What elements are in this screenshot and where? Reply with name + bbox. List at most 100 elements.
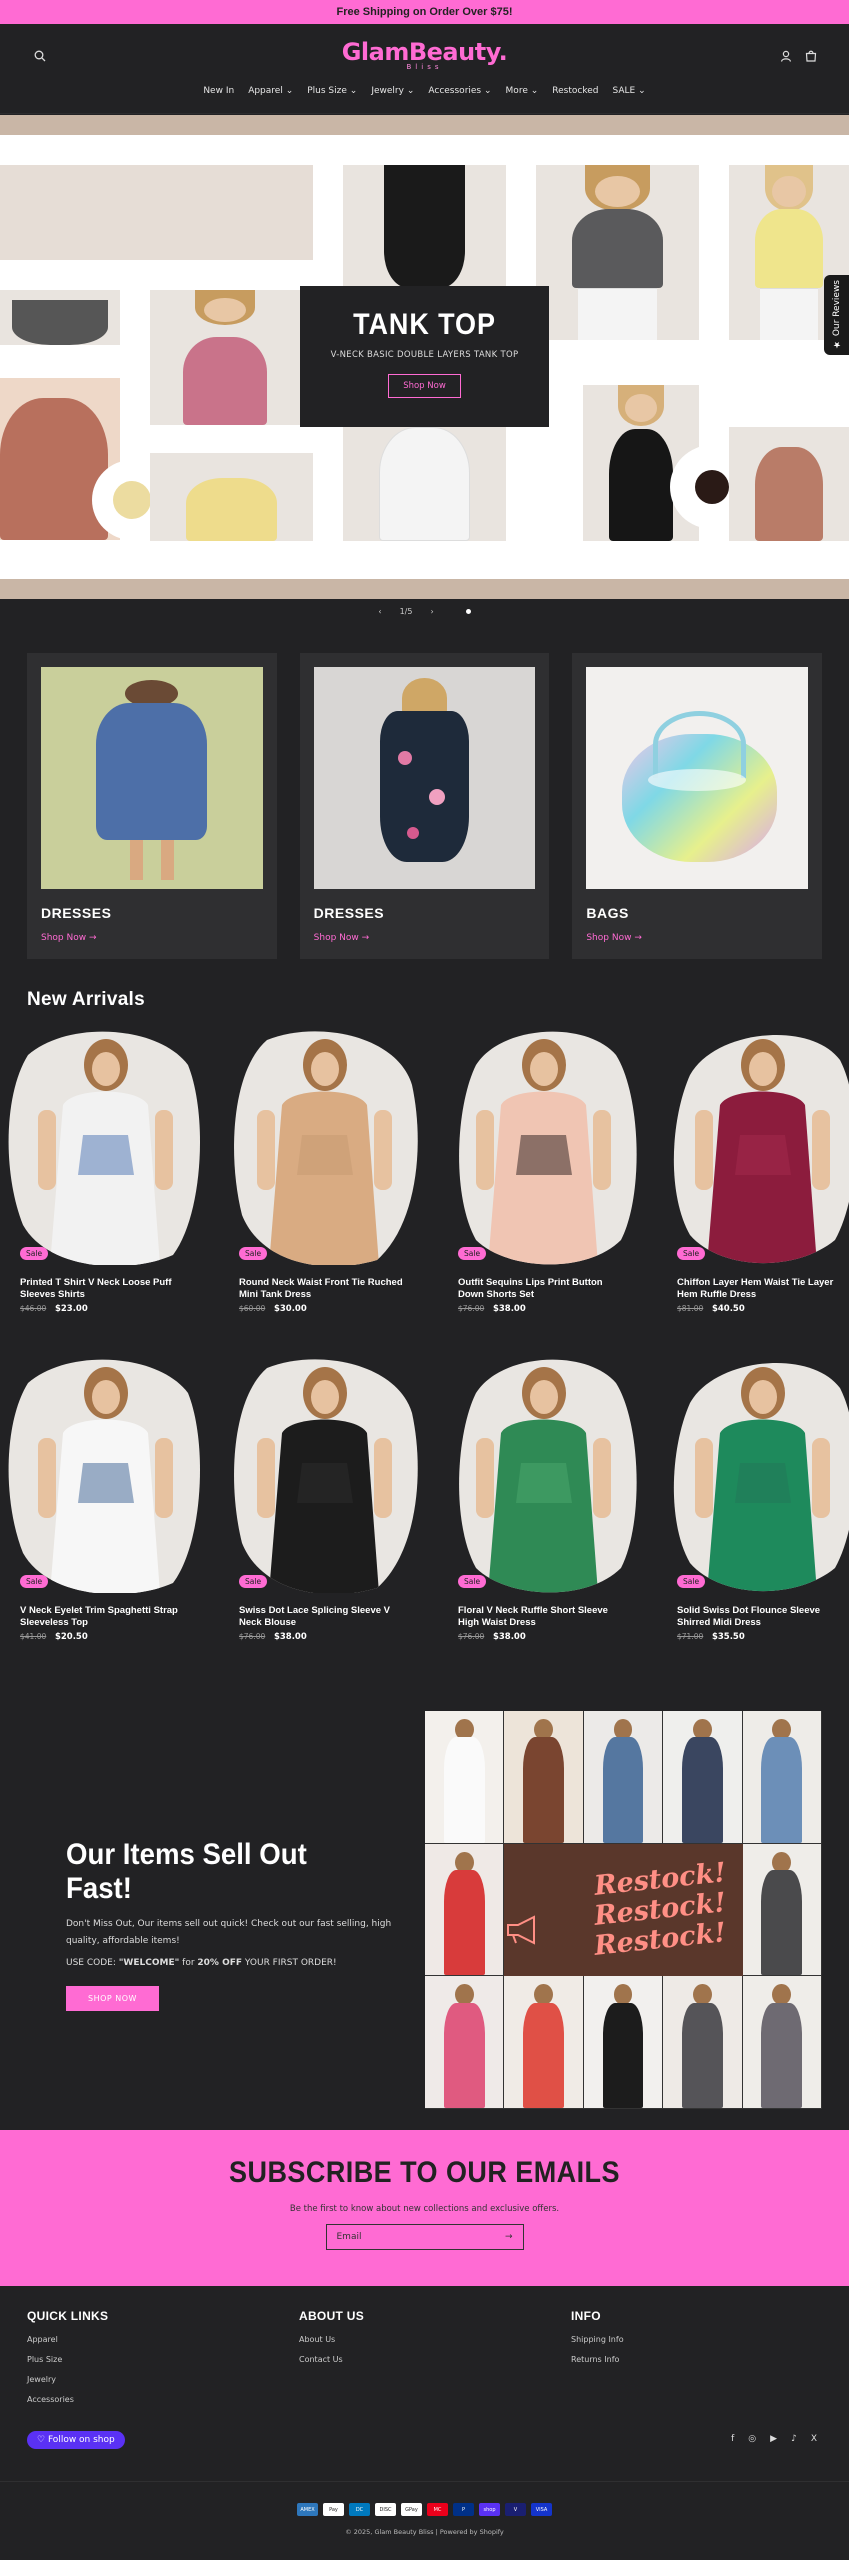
nav-accessories-label: Accessories xyxy=(428,86,482,96)
youtube-icon[interactable]: ▶ xyxy=(770,2434,777,2444)
slider-controls: ‹ 1/5 › xyxy=(0,600,849,623)
nav-new-in[interactable]: New In xyxy=(203,86,234,96)
collection-card[interactable]: BAGS Shop Now → xyxy=(572,653,823,959)
footer-link-returns-info[interactable]: Returns Info xyxy=(571,2355,624,2364)
product-image[interactable]: Sale xyxy=(446,1025,641,1265)
hero-circle xyxy=(113,481,151,519)
footer-link-plus-size[interactable]: Plus Size xyxy=(27,2355,108,2364)
instagram-icon[interactable]: ◎ xyxy=(748,2434,756,2444)
product-card[interactable]: Sale Round Neck Waist Front Tie Ruched M… xyxy=(227,1025,422,1314)
flower xyxy=(406,826,419,839)
footer-quick-links: QUICK LINKS Apparel Plus Size Jewelry Ac… xyxy=(27,2309,108,2415)
main-nav: New In Apparel ⌄ Plus Size ⌄ Jewelry ⌄ A… xyxy=(0,86,849,96)
account-icon[interactable] xyxy=(776,46,796,66)
original-price: $71.00 xyxy=(677,1632,704,1641)
cart-icon[interactable] xyxy=(801,46,821,66)
footer-link-about-us[interactable]: About Us xyxy=(299,2335,364,2344)
product-prices: $41.00 $20.50 xyxy=(20,1632,191,1642)
garment xyxy=(761,1869,803,1976)
product-name[interactable]: Chiffon Layer Hem Waist Tie Layer Hem Ru… xyxy=(677,1277,848,1301)
product-image[interactable]: Sale xyxy=(227,1025,422,1265)
hero-banner[interactable]: TANK TOP V-NECK BASIC DOUBLE LAYERS TANK… xyxy=(0,115,849,599)
email-field[interactable]: Email → xyxy=(325,2224,524,2250)
garment xyxy=(682,2002,723,2108)
collection-list: DRESSES Shop Now → DRESSES Shop Now → BA… xyxy=(27,653,823,959)
tiktok-icon[interactable]: ♪ xyxy=(791,2434,797,2444)
sellout-shop-now-button[interactable]: SHOP NOW xyxy=(66,1986,159,2011)
logo[interactable]: GlamBeauty. Bliss xyxy=(0,38,849,71)
product-name[interactable]: Swiss Dot Lace Splicing Sleeve V Neck Bl… xyxy=(239,1605,410,1629)
tank-top-rust xyxy=(755,447,823,541)
product-card[interactable]: Sale Swiss Dot Lace Splicing Sleeve V Ne… xyxy=(227,1353,422,1642)
product-image[interactable]: Sale xyxy=(665,1353,849,1593)
chevron-down-icon: ⌄ xyxy=(285,86,294,96)
facebook-icon[interactable]: f xyxy=(731,2434,734,2444)
product-image[interactable]: Sale xyxy=(446,1353,641,1593)
nav-plus-size[interactable]: Plus Size ⌄ xyxy=(307,86,357,96)
nav-apparel[interactable]: Apparel ⌄ xyxy=(248,86,293,96)
sellout-title: Our Items Sell Out Fast! xyxy=(66,1838,307,1905)
nav-jewelry-label: Jewelry xyxy=(371,86,404,96)
sale-badge: Sale xyxy=(677,1247,706,1260)
product-name[interactable]: Floral V Neck Ruffle Short Sleeve High W… xyxy=(458,1605,629,1629)
sale-badge: Sale xyxy=(239,1247,268,1260)
reviews-tab[interactable]: ★ Our Reviews xyxy=(824,275,849,355)
next-slide-arrow-icon[interactable]: › xyxy=(430,607,433,616)
collection-shop-link[interactable]: Shop Now → xyxy=(586,933,642,943)
nav-accessories[interactable]: Accessories ⌄ xyxy=(428,86,491,96)
product-name[interactable]: Outfit Sequins Lips Print Button Down Sh… xyxy=(458,1277,629,1301)
previous-slide-arrow-icon[interactable]: ‹ xyxy=(378,607,381,616)
product-card[interactable]: Sale Outfit Sequins Lips Print Button Do… xyxy=(446,1025,641,1314)
product-card[interactable]: Sale Solid Swiss Dot Flounce Sleeve Shir… xyxy=(665,1353,849,1642)
footer-link-apparel[interactable]: Apparel xyxy=(27,2335,108,2344)
follow-on-shop-button[interactable]: ♡ Follow on shop xyxy=(27,2431,125,2449)
x-icon[interactable]: X xyxy=(811,2434,817,2444)
footer-link-accessories[interactable]: Accessories xyxy=(27,2395,108,2404)
product-name[interactable]: Printed T Shirt V Neck Loose Puff Sleeve… xyxy=(20,1277,191,1301)
product-prices: $76.00 $38.00 xyxy=(458,1632,629,1642)
collection-card[interactable]: DRESSES Shop Now → xyxy=(299,653,550,959)
product-name[interactable]: V Neck Eyelet Trim Spaghetti Strap Sleev… xyxy=(20,1605,191,1629)
product-image[interactable]: Sale xyxy=(227,1353,422,1593)
product-prices: $76.00 $38.00 xyxy=(458,1304,629,1314)
product-card[interactable]: Sale Floral V Neck Ruffle Short Sleeve H… xyxy=(446,1353,641,1642)
product-image-shape xyxy=(459,1359,637,1593)
heart-icon: ♡ xyxy=(37,2435,46,2445)
payment-method-icon: VISA xyxy=(531,2503,552,2516)
collection-title: BAGS xyxy=(586,905,629,921)
product-image[interactable]: Sale xyxy=(8,1025,203,1265)
original-price: $81.00 xyxy=(677,1304,704,1313)
sale-price: $38.00 xyxy=(492,1304,526,1314)
product-image-shape xyxy=(673,1034,849,1264)
product-card[interactable]: Sale V Neck Eyelet Trim Spaghetti Strap … xyxy=(8,1353,203,1642)
hero-shop-now-button[interactable]: Shop Now xyxy=(388,374,461,398)
collage-photo xyxy=(425,1976,505,2109)
collage-photo xyxy=(504,1711,584,1844)
nav-more[interactable]: More ⌄ xyxy=(506,86,539,96)
product-card[interactable]: Sale Printed T Shirt V Neck Loose Puff S… xyxy=(8,1025,203,1314)
nav-sale[interactable]: SALE ⌄ xyxy=(612,86,645,96)
arrow-right-icon[interactable]: → xyxy=(505,2232,513,2242)
collage-photo xyxy=(663,1711,743,1844)
product-image[interactable]: Sale xyxy=(8,1353,203,1593)
product-name[interactable]: Solid Swiss Dot Flounce Sleeve Shirred M… xyxy=(677,1605,848,1629)
nav-jewelry[interactable]: Jewelry ⌄ xyxy=(371,86,414,96)
shop-now-label: Shop Now xyxy=(41,933,87,943)
collection-shop-link[interactable]: Shop Now → xyxy=(314,933,370,943)
footer-link-contact-us[interactable]: Contact Us xyxy=(299,2355,364,2364)
nav-sale-label: SALE xyxy=(612,86,636,96)
hero-circle xyxy=(695,470,729,504)
collection-shop-link[interactable]: Shop Now → xyxy=(41,933,97,943)
footer-link-shipping-info[interactable]: Shipping Info xyxy=(571,2335,624,2344)
sale-price: $30.00 xyxy=(273,1304,307,1314)
product-card[interactable]: Sale Chiffon Layer Hem Waist Tie Layer H… xyxy=(665,1025,849,1314)
collection-card[interactable]: DRESSES Shop Now → xyxy=(27,653,277,959)
footer-link-jewelry[interactable]: Jewelry xyxy=(27,2375,108,2384)
autoplay-indicator[interactable] xyxy=(465,609,471,614)
nav-restocked[interactable]: Restocked xyxy=(552,86,598,96)
hero-title: TANK TOP xyxy=(353,308,496,341)
chevron-down-icon: ⌄ xyxy=(530,86,539,96)
product-image[interactable]: Sale xyxy=(665,1025,849,1265)
product-name[interactable]: Round Neck Waist Front Tie Ruched Mini T… xyxy=(239,1277,410,1301)
collection-image xyxy=(313,667,536,889)
